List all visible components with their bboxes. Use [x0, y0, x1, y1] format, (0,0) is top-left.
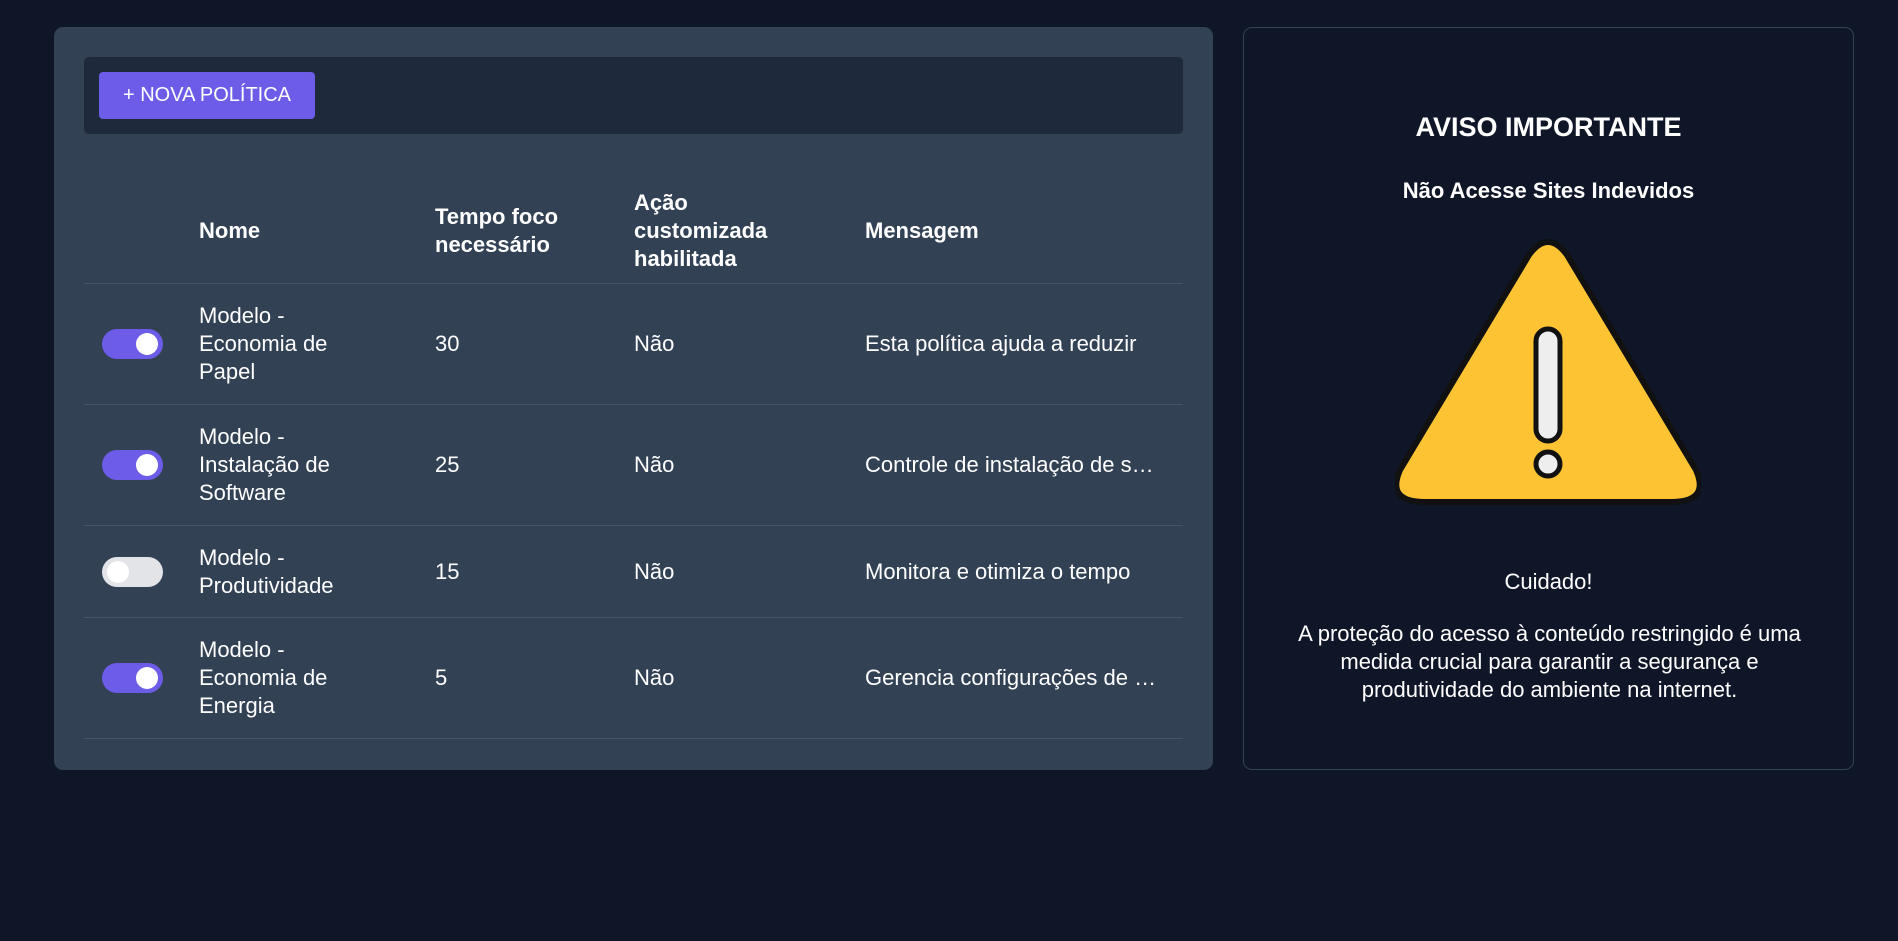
table-row[interactable]: Modelo - Economia de Papel 30 Não Esta p…: [84, 284, 1183, 405]
toggle-knob: [136, 667, 158, 689]
column-header-custom-action[interactable]: Ação customizada habilitada: [634, 177, 794, 284]
column-header-focus-time[interactable]: Tempo foco necessário: [435, 177, 605, 284]
policy-focus-time: 25: [435, 452, 460, 477]
policy-name: Modelo - Instalação de Software: [199, 424, 330, 505]
policy-message: Esta política ajuda a reduzir: [865, 331, 1137, 356]
policy-custom-action: Não: [634, 331, 675, 356]
warning-triangle-icon: [1393, 234, 1703, 516]
warning-body: A proteção do acesso à conteúdo restring…: [1298, 621, 1801, 702]
warning-panel: AVISO IMPORTANTE Não Acesse Sites Indevi…: [1243, 27, 1854, 770]
policies-table: Nome Tempo foco necessário Ação customiz…: [84, 177, 1183, 739]
warning-title: AVISO IMPORTANTE: [1415, 112, 1682, 142]
warning-subtitle: Não Acesse Sites Indevidos: [1402, 178, 1695, 203]
policy-message: Controle de instalação de software: [865, 452, 1163, 477]
new-policy-button[interactable]: + NOVA POLÍTICA: [99, 72, 315, 119]
policy-enabled-toggle[interactable]: [102, 329, 163, 359]
table-row[interactable]: Modelo - Economia de Energia 5 Não Geren…: [84, 618, 1183, 739]
policy-focus-time: 15: [435, 558, 460, 584]
table-row[interactable]: Modelo - Instalação de Software 25 Não C…: [84, 405, 1183, 526]
toolbar: + NOVA POLÍTICA: [84, 57, 1183, 134]
policy-custom-action: Não: [634, 558, 675, 584]
toggle-knob: [136, 454, 158, 476]
policy-custom-action: Não: [634, 452, 675, 477]
warning-caution: Cuidado!: [1504, 569, 1593, 594]
policy-focus-time: 5: [435, 665, 448, 690]
policy-enabled-toggle[interactable]: [102, 663, 163, 693]
policy-enabled-toggle[interactable]: [102, 556, 163, 587]
policy-enabled-toggle[interactable]: [102, 450, 163, 480]
toggle-knob: [107, 560, 129, 583]
toggle-knob: [136, 333, 158, 355]
table-header: Nome Tempo foco necessário Ação customiz…: [84, 177, 1183, 284]
policy-focus-time: 30: [435, 331, 460, 356]
table-row[interactable]: Modelo - Produtividade 15 Não Monitora e…: [84, 526, 1183, 618]
policy-message: Monitora e otimiza o tempo: [865, 558, 1131, 584]
policy-name: Modelo - Economia de Papel: [199, 303, 328, 384]
policy-name: Modelo - Produtividade: [199, 544, 334, 598]
column-header-name[interactable]: Nome: [199, 177, 419, 284]
column-header-message[interactable]: Mensagem: [865, 177, 1165, 284]
policy-message: Gerencia configurações de energia: [865, 665, 1163, 690]
policy-custom-action: Não: [634, 665, 675, 690]
policy-name: Modelo - Economia de Energia: [199, 637, 328, 718]
policies-panel: + NOVA POLÍTICA Nome Tempo foco necessár…: [54, 27, 1213, 770]
